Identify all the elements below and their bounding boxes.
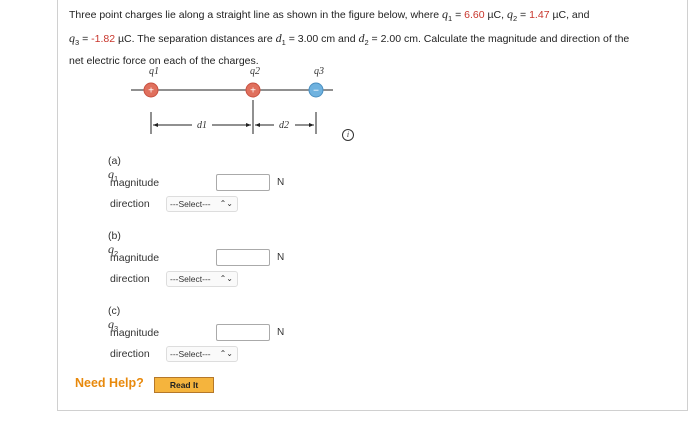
chevron-updown-icon: ⌃⌄ xyxy=(219,199,233,208)
minus-sign: − xyxy=(313,86,319,97)
unit-uc: µC, xyxy=(484,9,507,21)
info-icon-glyph: i xyxy=(346,130,350,139)
figure-d2-label: d2 xyxy=(279,120,289,131)
problem-statement: Three point charges lie along a straight… xyxy=(69,5,681,71)
info-icon[interactable]: i xyxy=(342,129,354,141)
q2-magnitude-input[interactable] xyxy=(216,249,270,266)
q1-magnitude-input[interactable] xyxy=(216,174,270,191)
q3-value: -1.82 xyxy=(91,32,116,45)
part-letter: (b) xyxy=(108,230,121,242)
chevron-updown-icon: ⌃⌄ xyxy=(219,349,233,358)
figure-d1-label: d1 xyxy=(197,120,207,131)
need-help-label: Need Help? xyxy=(75,376,144,390)
magnitude-label: magnitude xyxy=(110,327,160,339)
select-value: ---Select--- xyxy=(170,274,211,284)
arrowhead xyxy=(153,123,158,127)
chevron-updown-icon: ⌃⌄ xyxy=(219,274,233,283)
plus-sign: + xyxy=(148,86,154,97)
magnitude-label: magnitude xyxy=(110,177,160,189)
arrowhead xyxy=(309,123,314,127)
equals: = xyxy=(517,9,530,21)
q3-magnitude-input[interactable] xyxy=(216,324,270,341)
unit-label: N xyxy=(277,177,285,188)
charges-figure: q1 q2 q3 + + − d1 d2 xyxy=(131,66,333,134)
select-value: ---Select--- xyxy=(170,199,211,209)
direction-label: direction xyxy=(110,348,150,360)
q2-direction-select[interactable]: ---Select--- ⌃⌄ xyxy=(166,271,238,287)
figure-q2-label: q2 xyxy=(250,66,260,77)
question-card: Three point charges lie along a straight… xyxy=(57,0,688,411)
part-letter: (c) xyxy=(108,305,121,317)
q1-value: 6.60 xyxy=(464,9,485,21)
figure-q1-label: q1 xyxy=(149,66,159,77)
problem-text: µC, and xyxy=(549,9,590,21)
q1-direction-select[interactable]: ---Select--- ⌃⌄ xyxy=(166,196,238,212)
problem-text: µC. The separation distances are xyxy=(115,32,276,45)
equals: = xyxy=(452,9,465,21)
arrowhead xyxy=(246,123,251,127)
read-it-button[interactable]: Read It xyxy=(154,377,214,393)
figure-q3-label: q3 xyxy=(314,66,324,77)
arrowhead xyxy=(255,123,260,127)
problem-text: Three point charges lie along a straight… xyxy=(69,9,440,21)
direction-label: direction xyxy=(110,273,150,285)
unit-label: N xyxy=(277,252,285,263)
unit-label: N xyxy=(277,327,285,338)
d2-value: = 2.00 cm. Calculate the magnitude and d… xyxy=(368,32,630,45)
q2-value: 1.47 xyxy=(529,9,550,21)
q3-direction-select[interactable]: ---Select--- ⌃⌄ xyxy=(166,346,238,362)
magnitude-label: magnitude xyxy=(110,252,160,264)
select-value: ---Select--- xyxy=(170,349,211,359)
part-letter: (a) xyxy=(108,155,121,167)
plus-sign: + xyxy=(250,86,256,97)
d1-value: = 3.00 cm and xyxy=(285,32,359,45)
direction-label: direction xyxy=(110,198,150,210)
equals: = xyxy=(79,32,92,45)
